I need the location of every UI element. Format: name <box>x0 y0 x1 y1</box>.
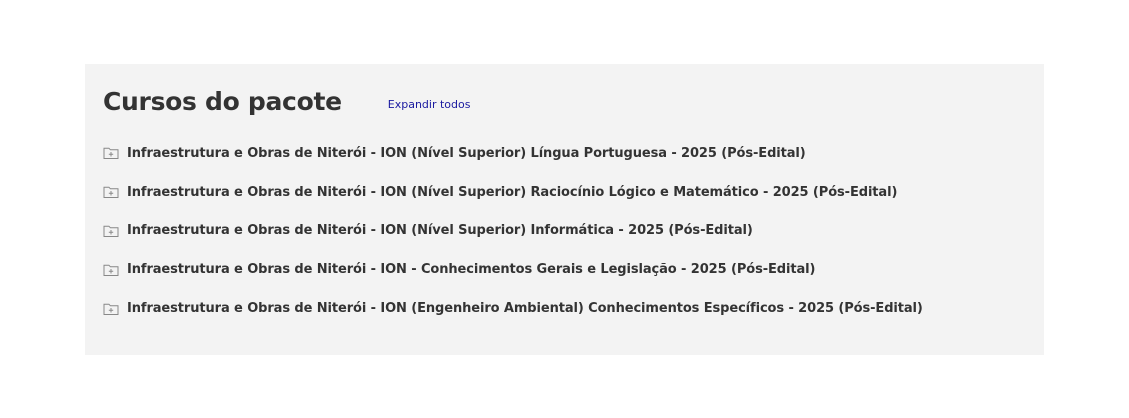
course-item[interactable]: Infraestrutura e Obras de Niterói - ION … <box>103 250 923 289</box>
folder-plus-icon <box>103 146 119 160</box>
folder-plus-icon <box>103 224 119 238</box>
course-item[interactable]: Infraestrutura e Obras de Niterói - ION … <box>103 212 923 251</box>
course-item[interactable]: Infraestrutura e Obras de Niterói - ION … <box>103 173 923 212</box>
course-label: Infraestrutura e Obras de Niterói - ION … <box>127 223 753 239</box>
course-package-panel: Cursos do pacote Expandir todos Infraest… <box>85 64 1044 355</box>
course-label: Infraestrutura e Obras de Niterói - ION … <box>127 184 898 200</box>
course-label: Infraestrutura e Obras de Niterói - ION … <box>127 301 923 317</box>
course-list: Infraestrutura e Obras de Niterói - ION … <box>103 134 923 328</box>
course-item[interactable]: Infraestrutura e Obras de Niterói - ION … <box>103 289 923 328</box>
section-title: Cursos do pacote <box>103 87 342 116</box>
course-label: Infraestrutura e Obras de Niterói - ION … <box>127 145 806 161</box>
expand-all-link[interactable]: Expandir todos <box>388 98 471 111</box>
folder-plus-icon <box>103 263 119 277</box>
folder-plus-icon <box>103 302 119 316</box>
course-item[interactable]: Infraestrutura e Obras de Niterói - ION … <box>103 134 923 173</box>
panel-header: Cursos do pacote Expandir todos <box>103 86 470 118</box>
folder-plus-icon <box>103 185 119 199</box>
course-label: Infraestrutura e Obras de Niterói - ION … <box>127 262 816 278</box>
